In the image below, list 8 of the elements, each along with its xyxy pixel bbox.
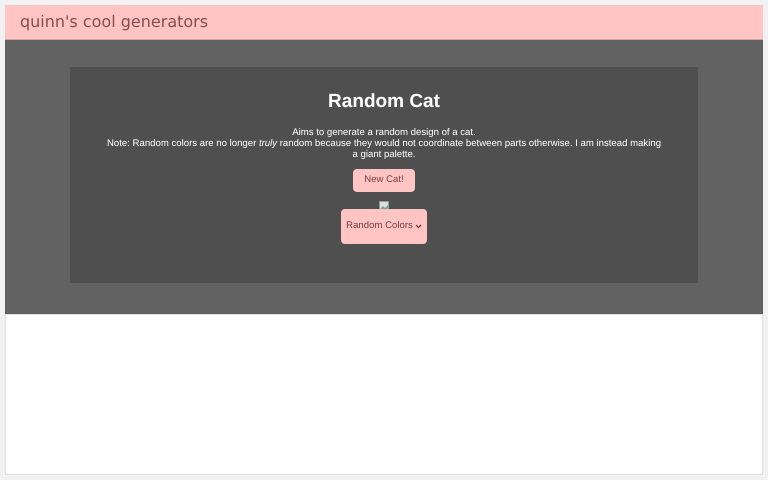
site-title: quinn's cool generators <box>20 11 208 33</box>
description-text: Note: Random colors are no longer truly random because they would not coordinate between parts otherwise. I am instead making a giant palette. <box>106 138 662 160</box>
color-mode-select[interactable]: Random Colors <box>341 209 427 244</box>
new-cat-button[interactable]: New Cat! <box>353 169 415 192</box>
card-title: Random Cat <box>328 91 440 113</box>
description-text: Aims to generate a random design of a cat. <box>292 127 476 138</box>
broken-image-icon <box>379 201 389 211</box>
chevron-down-icon <box>414 224 422 229</box>
